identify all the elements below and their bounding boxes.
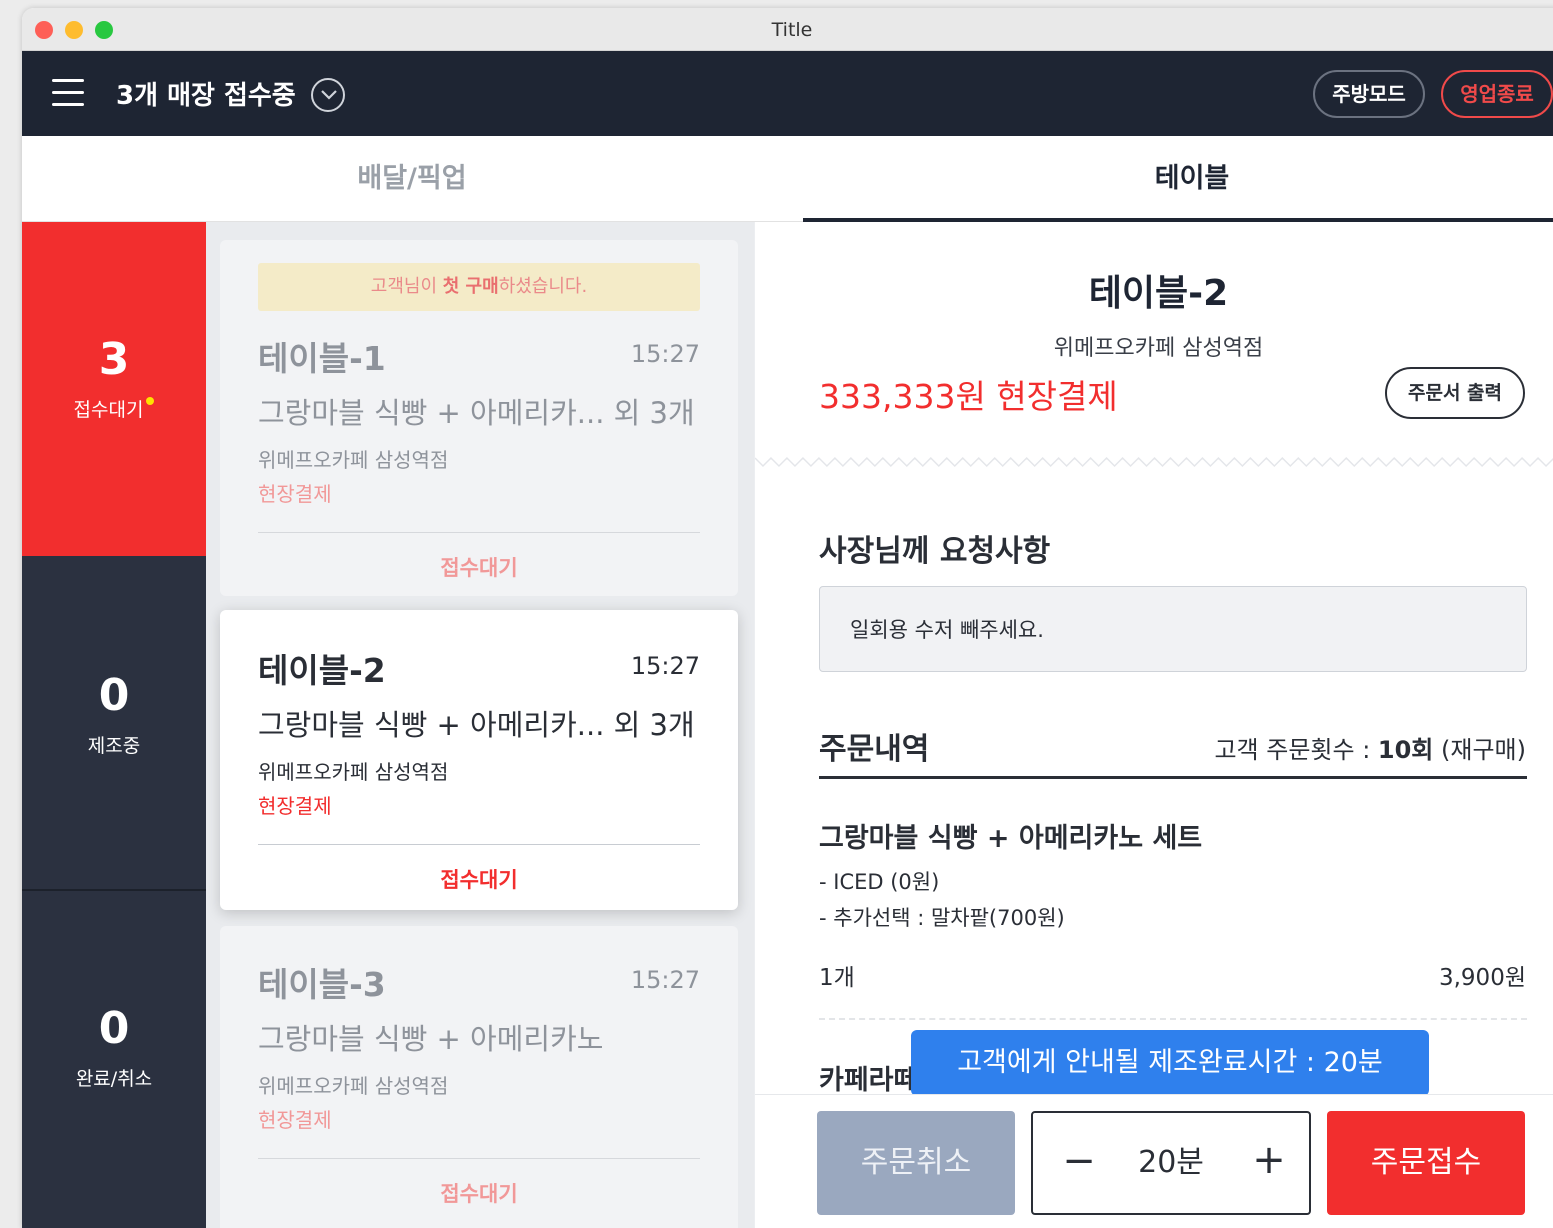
order-detail-pane: 테이블-2 위메프오카페 삼성역점 333,333원 현장결제 주문서 출력 사… — [754, 222, 1553, 1228]
tab-delivery-pickup[interactable]: 배달/픽업 — [22, 136, 802, 222]
order-card-table-3[interactable]: 테이블-3 15:27 그랑마블 식빵 + 아메리카노 위메프오카페 삼성역점 … — [220, 926, 738, 1228]
close-business-button[interactable]: 영업종료 — [1441, 70, 1553, 118]
item-divider — [819, 1018, 1527, 1020]
divider — [258, 532, 700, 533]
order-payment: 현장결제 — [258, 794, 332, 818]
print-order-button[interactable]: 주문서 출력 — [1385, 367, 1525, 419]
status-done-count: 0 — [98, 1003, 130, 1054]
title-bar: Title — [22, 8, 1553, 51]
detail-price-payment: 333,333원 현장결제 — [819, 377, 1118, 416]
order-item-name: 그랑마블 식빵 + 아메리카노 세트 — [819, 823, 1203, 854]
order-item-quantity: 1개 — [819, 965, 855, 991]
order-history-heading: 주문내역 — [819, 732, 930, 767]
section-divider — [819, 776, 1527, 779]
app-window: Title 3개 매장 접수중 주방모드 영업종료 배달/픽업 테이블 3 접수… — [22, 8, 1553, 1228]
kitchen-mode-button[interactable]: 주방모드 — [1313, 70, 1425, 118]
order-title: 테이블-2 — [258, 651, 386, 690]
notice-text-suffix: 하셨습니다. — [498, 276, 588, 297]
main-tabs: 배달/픽업 테이블 — [22, 136, 1553, 223]
chevron-down-icon[interactable] — [311, 78, 345, 112]
order-time: 15:27 — [630, 966, 700, 994]
action-bar: 주문취소 − 20분 + 주문접수 — [755, 1094, 1553, 1228]
request-heading: 사장님께 요청사항 — [819, 534, 1051, 569]
order-time: 15:27 — [630, 340, 700, 368]
customer-order-count: 고객 주문횟수 : 10회 (재구매) — [1214, 730, 1526, 765]
order-status: 접수대기 — [440, 556, 518, 580]
status-waiting-count: 3 — [98, 334, 130, 385]
status-waiting[interactable]: 3 접수대기 — [22, 222, 206, 556]
order-card-table-1[interactable]: 고객님이 첫 구매하셨습니다. 테이블-1 15:27 그랑마블 식빵 + 아메… — [220, 240, 738, 596]
app-header: 3개 매장 접수중 주방모드 영업종료 — [22, 51, 1553, 136]
status-making-label: 제조중 — [87, 735, 141, 757]
order-title: 테이블-3 — [258, 965, 386, 1004]
order-title: 테이블-1 — [258, 339, 386, 378]
order-payment: 현장결제 — [258, 1108, 332, 1132]
order-item-name-partial: 카페라떼 — [819, 1065, 919, 1096]
customer-count-value: 10회 — [1377, 736, 1434, 764]
detail-title: 테이블-2 — [1080, 264, 1237, 316]
window-title: Title — [771, 19, 813, 41]
tab-table[interactable]: 테이블 — [802, 136, 1553, 222]
detail-store: 위메프오카페 삼성역점 — [1053, 336, 1264, 361]
order-store: 위메프오카페 삼성역점 — [258, 448, 449, 472]
status-making-count: 0 — [98, 670, 130, 721]
order-item-option: - ICED (0원) — [819, 870, 940, 894]
customer-count-label: 고객 주문횟수 : — [1214, 736, 1378, 764]
order-status: 접수대기 — [440, 868, 518, 892]
order-item-price: 3,900원 — [1438, 965, 1526, 991]
status-waiting-label: 접수대기 — [73, 399, 144, 421]
order-items: 그랑마블 식빵 + 아메리카... 외 3개 — [258, 708, 695, 742]
order-store: 위메프오카페 삼성역점 — [258, 1074, 449, 1098]
order-time: 15:27 — [630, 652, 700, 680]
customer-count-suffix: (재구매) — [1433, 736, 1526, 764]
status-sidebar: 3 접수대기 0 제조중 0 완료/취소 — [22, 222, 206, 1228]
order-payment: 현장결제 — [258, 482, 332, 506]
notice-highlight: 첫 구매 — [442, 276, 499, 297]
notice-text: 고객님이 — [370, 276, 443, 297]
order-status: 접수대기 — [440, 1182, 518, 1206]
order-item-option: - 추가선택 : 말차팥(700원) — [819, 906, 1065, 930]
alert-dot-icon — [146, 397, 155, 405]
first-purchase-notice: 고객님이 첫 구매하셨습니다. — [258, 263, 700, 311]
accept-order-button[interactable]: 주문접수 — [1327, 1111, 1525, 1215]
status-done-label: 완료/취소 — [75, 1068, 153, 1090]
order-items: 그랑마블 식빵 + 아메리카노 — [258, 1022, 604, 1056]
cancel-order-button[interactable]: 주문취소 — [817, 1111, 1015, 1215]
store-status-title: 3개 매장 접수중 — [116, 81, 296, 111]
divider — [258, 844, 700, 845]
request-text-box: 일회용 수저 빼주세요. — [819, 586, 1527, 672]
divider — [258, 1158, 700, 1159]
prep-time-tooltip: 고객에게 안내될 제조완료시간 : 20분 — [911, 1030, 1429, 1105]
menu-icon[interactable] — [52, 79, 84, 107]
order-list: 고객님이 첫 구매하셨습니다. 테이블-1 15:27 그랑마블 식빵 + 아메… — [206, 222, 754, 1228]
plus-icon[interactable]: + — [1249, 1139, 1289, 1183]
status-making[interactable]: 0 제조중 — [22, 556, 206, 891]
order-card-table-2[interactable]: 테이블-2 15:27 그랑마블 식빵 + 아메리카... 외 3개 위메프오카… — [220, 610, 738, 910]
order-store: 위메프오카페 삼성역점 — [258, 760, 449, 784]
order-items: 그랑마블 식빵 + 아메리카... 외 3개 — [258, 396, 695, 430]
receipt-edge-divider — [755, 456, 1553, 468]
prep-time-stepper: − 20분 + — [1031, 1111, 1311, 1215]
detail-header: 테이블-2 위메프오카페 삼성역점 333,333원 현장결제 주문서 출력 — [755, 222, 1553, 462]
status-done-cancel[interactable]: 0 완료/취소 — [22, 891, 206, 1228]
